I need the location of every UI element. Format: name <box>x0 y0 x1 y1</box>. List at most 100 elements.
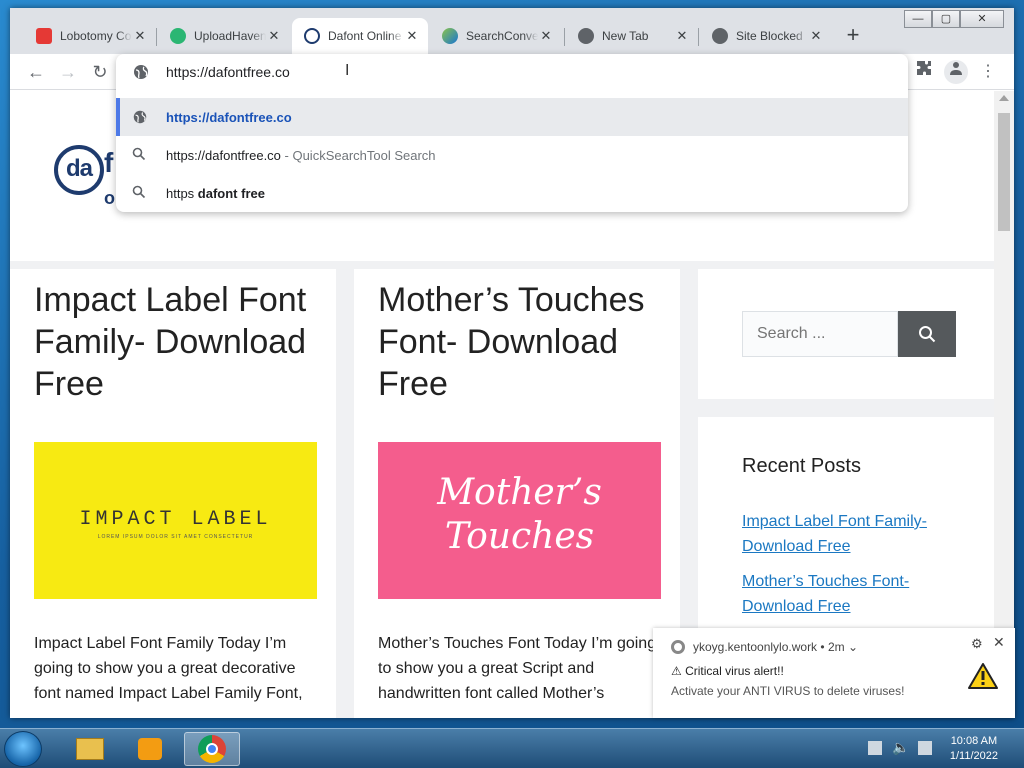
notification-origin: ykoyg.kentoonlylo.work • 2m ⌄ <box>693 640 858 654</box>
recent-posts-title: Recent Posts <box>742 455 861 477</box>
back-button[interactable]: ← <box>24 60 48 84</box>
suggestion-search[interactable]: https://dafontfree.co - QuickSearchTool … <box>116 136 908 174</box>
play-icon <box>138 738 162 760</box>
lock-red-icon <box>36 28 52 44</box>
logo-tail-2: o <box>104 188 115 208</box>
notification-popup[interactable]: ykoyg.kentoonlylo.work • 2m ⌄ ⚙ ✕ ⚠ Crit… <box>653 628 1015 718</box>
omnibox-dropdown: I https://dafontfree.co https://dafontfr… <box>116 54 908 212</box>
image-title-text: IMPACT LABEL <box>79 508 272 531</box>
scroll-up-icon[interactable] <box>999 95 1009 101</box>
tab-new-tab[interactable]: New Tab ✕ <box>566 18 698 54</box>
taskbar: 🔈 10:08 AM 1/11/2022 <box>0 728 1024 768</box>
tab-label: Dafont Online <box>328 29 402 43</box>
maximize-button[interactable]: ▢ <box>932 10 960 28</box>
logo-tail-1: f <box>104 147 114 178</box>
post-excerpt: Mother’s Touches Font Today I’m going to… <box>378 635 657 702</box>
tab-separator <box>156 28 157 46</box>
close-icon[interactable]: ✕ <box>266 28 282 44</box>
chrome-icon <box>671 640 685 654</box>
extensions-icon[interactable] <box>912 60 936 84</box>
close-icon[interactable]: ✕ <box>538 28 554 44</box>
tab-separator <box>698 28 699 46</box>
tab-strip: Lobotomy Co ✕ UploadHaven ✕ Dafont Onlin… <box>10 8 1014 54</box>
notification-origin-text: ykoyg.kentoonlylo.work <box>693 640 818 654</box>
image-title-line2: Touches <box>444 516 595 557</box>
post-image[interactable]: Mother’s Touches <box>378 442 661 599</box>
suggestion-engine: - QuickSearchTool Search <box>280 147 436 163</box>
volume-icon[interactable]: 🔈 <box>892 739 909 756</box>
post-title[interactable]: Impact Label Font Family- Download Free <box>34 279 324 405</box>
new-tab-button[interactable]: + <box>842 24 864 47</box>
post-card: Mother’s Touches Font- Download Free Mot… <box>354 269 680 718</box>
vertical-scrollbar[interactable] <box>994 91 1014 718</box>
tab-uploadhaven[interactable]: UploadHaven ✕ <box>158 18 290 54</box>
suggestion-text: https://dafontfree.co <box>166 109 292 125</box>
recent-post-link[interactable]: Mother’s Touches Font- Download Free <box>742 569 962 619</box>
tab-separator <box>564 28 565 46</box>
tab-searchconvert[interactable]: SearchConvert ✕ <box>430 18 562 54</box>
omnibox[interactable]: I <box>116 54 908 90</box>
clock[interactable]: 10:08 AM 1/11/2022 <box>950 734 998 764</box>
notification-title: ⚠ Critical virus alert!! <box>671 664 784 678</box>
scroll-thumb[interactable] <box>998 113 1010 231</box>
profile-icon[interactable] <box>944 60 968 84</box>
close-icon[interactable]: ✕ <box>132 28 148 44</box>
globe-icon <box>134 65 148 79</box>
suggestion-search-2[interactable]: https dafont free <box>116 174 908 212</box>
start-button[interactable] <box>4 731 42 767</box>
recent-post-link[interactable]: Impact Label Font Family- Download Free <box>742 509 962 559</box>
close-icon[interactable]: ✕ <box>993 634 1005 651</box>
suggestion-plain: https <box>166 185 198 201</box>
chrome-icon <box>198 735 226 763</box>
sidebar-search-input[interactable] <box>742 311 898 357</box>
suggestion-bold: dafont free <box>197 185 265 201</box>
tab-label: New Tab <box>602 29 649 43</box>
suggestion-query: https://dafontfree.co <box>166 147 281 163</box>
searchconvert-icon <box>442 28 458 44</box>
clock-time: 10:08 AM <box>950 735 998 747</box>
notification-age: • 2m ⌄ <box>820 640 858 654</box>
globe-icon <box>712 28 728 44</box>
text-cursor-icon: I <box>345 62 350 79</box>
media-player-icon[interactable] <box>122 732 178 766</box>
menu-icon[interactable]: ⋮ <box>976 60 1000 84</box>
tab-label: SearchConvert <box>466 29 538 43</box>
tab-label: UploadHaven <box>194 29 266 43</box>
close-icon[interactable]: ✕ <box>404 28 420 44</box>
image-title-line1: Mother’s <box>437 472 602 513</box>
notification-body: Activate your ANTI VIRUS to delete virus… <box>671 684 905 698</box>
tab-label: Lobotomy Co <box>60 29 132 43</box>
site-logo[interactable]: da <box>54 145 104 195</box>
close-window-button[interactable]: ✕ <box>960 10 1004 28</box>
tab-lobotomy[interactable]: Lobotomy Co ✕ <box>24 18 156 54</box>
network-icon[interactable] <box>868 741 882 755</box>
folder-icon <box>76 738 104 760</box>
suggestion-url[interactable]: https://dafontfree.co <box>116 98 908 136</box>
globe-icon <box>578 28 594 44</box>
post-image[interactable]: IMPACT LABEL LOREM IPSUM DOLOR SIT AMET … <box>34 442 317 599</box>
sidebar-search-button[interactable] <box>898 311 956 357</box>
search-icon <box>132 147 146 161</box>
post-title[interactable]: Mother’s Touches Font- Download Free <box>378 279 668 405</box>
suggestion-text: https dafont free <box>166 186 265 201</box>
tab-dafont-online[interactable]: Dafont Online ✕ <box>292 18 428 54</box>
address-input[interactable] <box>166 62 766 82</box>
explorer-icon[interactable] <box>62 732 118 766</box>
tab-site-blocked[interactable]: Site Blocked ✕ <box>700 18 832 54</box>
search-icon <box>919 326 936 343</box>
gear-icon[interactable]: ⚙ <box>971 636 983 652</box>
close-icon[interactable]: ✕ <box>674 28 690 44</box>
globe-icon <box>133 110 147 124</box>
reload-button[interactable]: ↻ <box>88 60 112 84</box>
image-sub-text: LOREM IPSUM DOLOR SIT AMET CONSECTETUR <box>97 534 254 540</box>
uploadhaven-icon <box>170 28 186 44</box>
post-excerpt: Impact Label Font Family Today I’m going… <box>34 635 303 702</box>
close-icon[interactable]: ✕ <box>808 28 824 44</box>
chrome-taskbar-icon[interactable] <box>184 732 240 766</box>
action-center-icon[interactable] <box>918 741 932 755</box>
dafont-icon <box>304 28 320 44</box>
browser-window: Lobotomy Co ✕ UploadHaven ✕ Dafont Onlin… <box>10 8 1014 718</box>
forward-button[interactable]: → <box>56 60 80 84</box>
clock-date: 1/11/2022 <box>949 750 998 762</box>
minimize-button[interactable]: — <box>904 10 932 28</box>
